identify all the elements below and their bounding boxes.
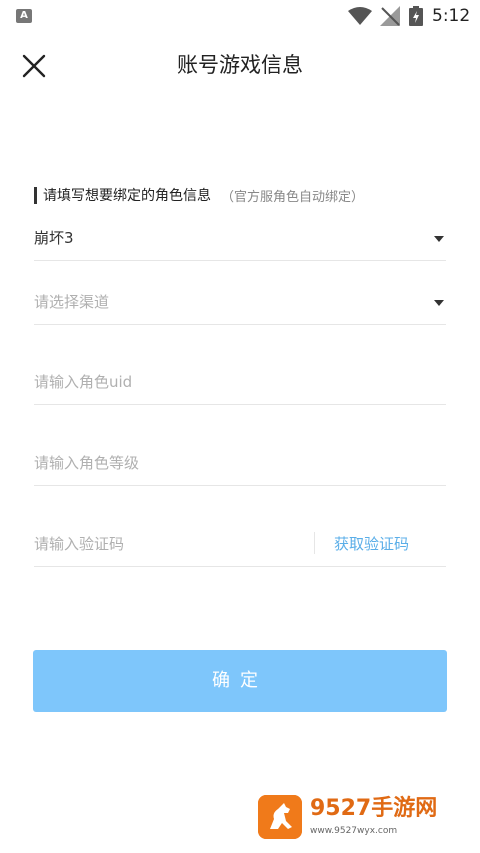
status-time: 5:12 bbox=[432, 6, 471, 26]
chevron-down-icon bbox=[434, 300, 444, 306]
section-label: 请填写想要绑定的角色信息 （官方服角色自动绑定） bbox=[34, 184, 364, 206]
chevron-down-icon bbox=[434, 236, 444, 242]
channel-select[interactable]: 请选择渠道 bbox=[34, 284, 446, 325]
game-select-value: 崩坏3 bbox=[34, 229, 74, 247]
watermark-brand: 9527手游网 bbox=[310, 796, 438, 821]
section-label-text: 请填写想要绑定的角色信息 bbox=[43, 188, 211, 204]
notification-app-icon: A bbox=[16, 9, 32, 23]
confirm-button[interactable]: 确定 bbox=[33, 650, 447, 712]
page-title: 账号游戏信息 bbox=[177, 53, 303, 77]
horse-logo-icon bbox=[258, 795, 302, 839]
channel-select-placeholder: 请选择渠道 bbox=[34, 293, 110, 311]
wifi-icon bbox=[348, 7, 372, 25]
field-divider bbox=[314, 532, 315, 554]
code-field: 获取验证码 bbox=[34, 526, 446, 567]
no-signal-icon bbox=[380, 6, 400, 26]
section-note: （官方服角色自动绑定） bbox=[221, 189, 365, 205]
level-field bbox=[34, 445, 446, 486]
watermark: 9527手游网 www.9527wyx.com bbox=[258, 795, 468, 841]
uid-field bbox=[34, 364, 446, 405]
watermark-url: www.9527wyx.com bbox=[310, 826, 398, 836]
get-code-button[interactable]: 获取验证码 bbox=[334, 532, 409, 556]
game-select[interactable]: 崩坏3 bbox=[34, 220, 446, 261]
verification-code-input[interactable] bbox=[34, 532, 304, 556]
section-bar bbox=[34, 186, 37, 204]
status-bar: A 5:12 bbox=[0, 0, 480, 32]
battery-charging-icon bbox=[409, 6, 423, 26]
uid-input[interactable] bbox=[34, 370, 304, 394]
header: 账号游戏信息 bbox=[0, 36, 480, 98]
level-input[interactable] bbox=[34, 451, 304, 475]
